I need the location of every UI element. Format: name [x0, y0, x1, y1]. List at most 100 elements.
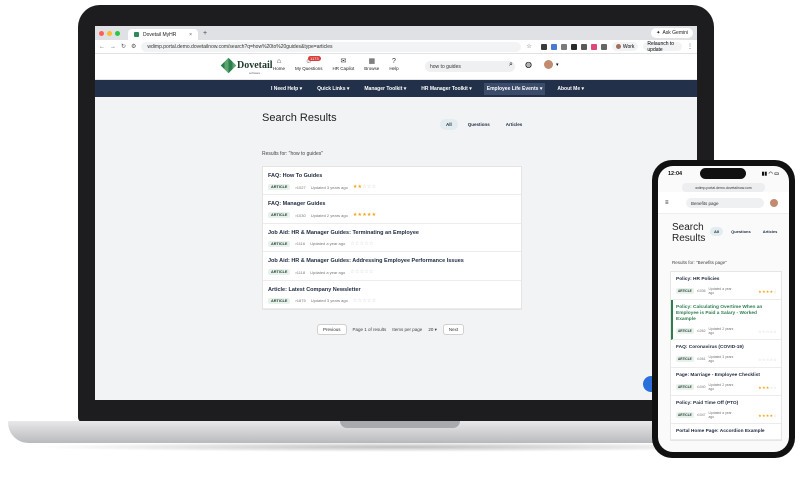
phone-result-item[interactable]: Policy: HR Policies ARTICLE r1036 Updated a… — [671, 272, 781, 300]
star-icon[interactable]: ★ — [372, 212, 377, 218]
tab-articles[interactable]: Articles — [500, 119, 529, 130]
menu-employee-life-events[interactable]: Employee Life Events ▾ — [483, 82, 546, 95]
extension-icon[interactable] — [580, 43, 587, 50]
star-rating[interactable]: ★★★★☆ — [758, 289, 777, 294]
menu-about-me[interactable]: About Me ▾ — [554, 83, 587, 95]
star-rating[interactable]: ★★☆☆☆ — [353, 184, 376, 190]
phone-tab-questions[interactable]: Questions — [727, 227, 755, 236]
menu-hr-manager-toolkit[interactable]: HR Manager Toolkit ▾ — [418, 83, 474, 95]
nav-help[interactable]: ? Help — [389, 58, 398, 71]
star-rating[interactable]: ★★★★☆ — [758, 413, 777, 418]
menu-manager-toolkit[interactable]: Manager Toolkit ▾ — [361, 83, 409, 95]
items-per-page-select[interactable]: 20 ▾ — [428, 327, 437, 333]
tab-all[interactable]: All — [440, 119, 458, 130]
close-window-button[interactable] — [99, 30, 104, 36]
phone-tab-articles[interactable]: Articles — [759, 227, 782, 236]
nav-my-questions-label: My Questions — [295, 66, 323, 71]
phone-result-title[interactable]: Policy: Paid Time Off (PTO) — [676, 401, 777, 407]
extension-icon[interactable] — [570, 43, 577, 50]
phone-result-title[interactable]: Portal Home Page: Accordion Example — [676, 429, 777, 435]
star-rating[interactable]: ☆☆☆☆☆ — [353, 298, 376, 304]
menu-quick-links[interactable]: Quick Links ▾ — [314, 83, 352, 95]
phone-url-bar[interactable]: wdimp.portal.demo.dovetailnow.com — [682, 183, 765, 192]
user-avatar[interactable] — [544, 60, 553, 69]
globe-icon[interactable]: ◍ — [525, 60, 532, 69]
ask-gemini-button[interactable]: ✦ Ask Gemini — [651, 28, 693, 38]
phone-user-avatar[interactable] — [770, 199, 778, 207]
phone-result-title[interactable]: Page: Marriage - Employee Checklist — [676, 373, 777, 379]
star-rating[interactable]: ☆☆☆☆☆ — [758, 357, 777, 362]
star-rating[interactable]: ☆☆☆☆☆ — [350, 241, 373, 247]
next-button[interactable]: Next — [442, 324, 465, 335]
chevron-down-icon[interactable]: ▾ — [556, 62, 559, 68]
star-icon[interactable]: ☆ — [372, 298, 377, 304]
phone-result-title[interactable]: FAQ: Coronavirus (COVID-19) — [676, 345, 777, 351]
star-icon[interactable]: ☆ — [369, 241, 374, 247]
star-icon[interactable]: ☆ — [773, 385, 777, 390]
back-icon[interactable]: ← — [99, 44, 105, 50]
phone-tab-all[interactable]: All — [710, 227, 724, 236]
new-tab-button[interactable]: + — [203, 30, 207, 37]
url-field[interactable]: wdimp.portal.demo.dovetailnow.com/search… — [141, 41, 522, 52]
minimize-window-button[interactable] — [107, 30, 112, 36]
star-icon[interactable]: ☆ — [773, 329, 777, 334]
search-result-item[interactable]: Article: Latest Company Newsletter ARTICL… — [263, 281, 521, 309]
star-icon[interactable]: ☆ — [369, 269, 374, 275]
result-updated: Updated 3 years ago — [310, 298, 348, 304]
menu-i-need-help[interactable]: I Need Help ▾ — [268, 83, 305, 95]
puzzle-icon[interactable] — [600, 43, 607, 50]
phone-result-item[interactable]: Page: Marriage - Employee Checklist ARTIC… — [671, 368, 781, 396]
phone-result-title[interactable]: Policy: HR Policies — [676, 277, 777, 283]
menu-kebab-icon[interactable]: ⋮ — [687, 43, 693, 50]
result-title[interactable]: Job Aid: HR & Manager Guides: Terminatin… — [268, 230, 516, 236]
reload-icon[interactable]: ↻ — [121, 43, 126, 50]
dovetail-logo[interactable]: Dovetail software — [220, 57, 273, 75]
browser-tab[interactable]: Dovetail MyHR × — [128, 29, 198, 40]
star-rating[interactable]: ★★★★★ — [353, 212, 376, 218]
bookmark-star-icon[interactable]: ☆ — [526, 43, 531, 50]
star-rating[interactable]: ☆☆☆☆☆ — [758, 329, 777, 334]
phone-result-item[interactable]: Policy: Calculating Overtime When an Emp… — [671, 300, 781, 340]
phone-result-item[interactable]: FAQ: Coronavirus (COVID-19) ARTICLE r1061 U… — [671, 340, 781, 368]
star-icon[interactable]: ☆ — [773, 289, 777, 294]
nav-browse[interactable]: ▦ Browse — [364, 58, 379, 71]
search-result-item[interactable]: FAQ: How To Guides ARTICLE r1027 Updated 3 … — [263, 167, 521, 196]
extension-icon[interactable] — [540, 43, 547, 50]
extension-icon[interactable] — [560, 43, 567, 50]
phone-result-item[interactable]: Policy: Paid Time Off (PTO) ARTICLE r1047 U… — [671, 396, 781, 424]
forward-icon[interactable]: → — [110, 44, 116, 50]
previous-button[interactable]: Previous — [317, 324, 347, 335]
search-result-item[interactable]: Job Aid: HR & Manager Guides: Terminatin… — [263, 224, 521, 253]
phone-search-input[interactable]: Benefits page — [686, 198, 764, 208]
result-title[interactable]: FAQ: How To Guides — [268, 173, 516, 179]
result-title[interactable]: FAQ: Manager Guides — [268, 201, 516, 207]
result-title[interactable]: Article: Latest Company Newsletter — [268, 287, 516, 293]
phone-result-item[interactable]: Portal Home Page: Accordion Example — [671, 424, 781, 440]
maximize-window-button[interactable] — [115, 30, 120, 36]
profile-button[interactable]: Work — [611, 42, 639, 51]
phone-result-title[interactable]: Policy: Calculating Overtime When an Emp… — [676, 305, 777, 323]
phone-screen: 12:04 ▮▮ ◠ ▭ wdimp.portal.demo.dovetailn… — [658, 166, 789, 452]
phone-result-meta: ARTICLE r1062 Updated 2 years ago ☆☆☆☆☆ — [676, 327, 777, 335]
search-result-item[interactable]: Job Aid: HR & Manager Guides: Addressing… — [263, 252, 521, 281]
tab-questions[interactable]: Questions — [462, 119, 496, 130]
relaunch-button[interactable]: Relaunch to update — [643, 41, 682, 53]
nav-hr-capilot[interactable]: ✉ HR Capilot — [333, 58, 355, 71]
star-icon[interactable]: ☆ — [773, 357, 777, 362]
search-icon[interactable]: ⌕ — [509, 61, 513, 69]
phone-result-meta: ARTICLE r1040 Updated 2 years ago ★★★☆☆ — [676, 383, 777, 391]
site-search-input[interactable]: how to guides — [425, 61, 515, 72]
extension-icon[interactable] — [550, 43, 557, 50]
star-icon[interactable]: ☆ — [372, 184, 377, 190]
result-title[interactable]: Job Aid: HR & Manager Guides: Addressing… — [268, 258, 516, 264]
star-icon[interactable]: ☆ — [773, 413, 777, 418]
site-info-icon[interactable]: ⚙ — [131, 43, 136, 50]
hamburger-menu-icon[interactable]: ≡ — [665, 200, 669, 206]
extension-icon[interactable] — [590, 43, 597, 50]
star-rating[interactable]: ★★★☆☆ — [758, 385, 777, 390]
search-result-item[interactable]: FAQ: Manager Guides ARTICLE r1030 Updated 2… — [263, 195, 521, 224]
nav-my-questions[interactable]: ☺ 1173 My Questions — [295, 56, 323, 71]
nav-home[interactable]: ⌂ Home — [273, 58, 285, 71]
star-rating[interactable]: ☆☆☆☆☆ — [350, 269, 373, 275]
close-tab-icon[interactable]: × — [189, 32, 192, 38]
